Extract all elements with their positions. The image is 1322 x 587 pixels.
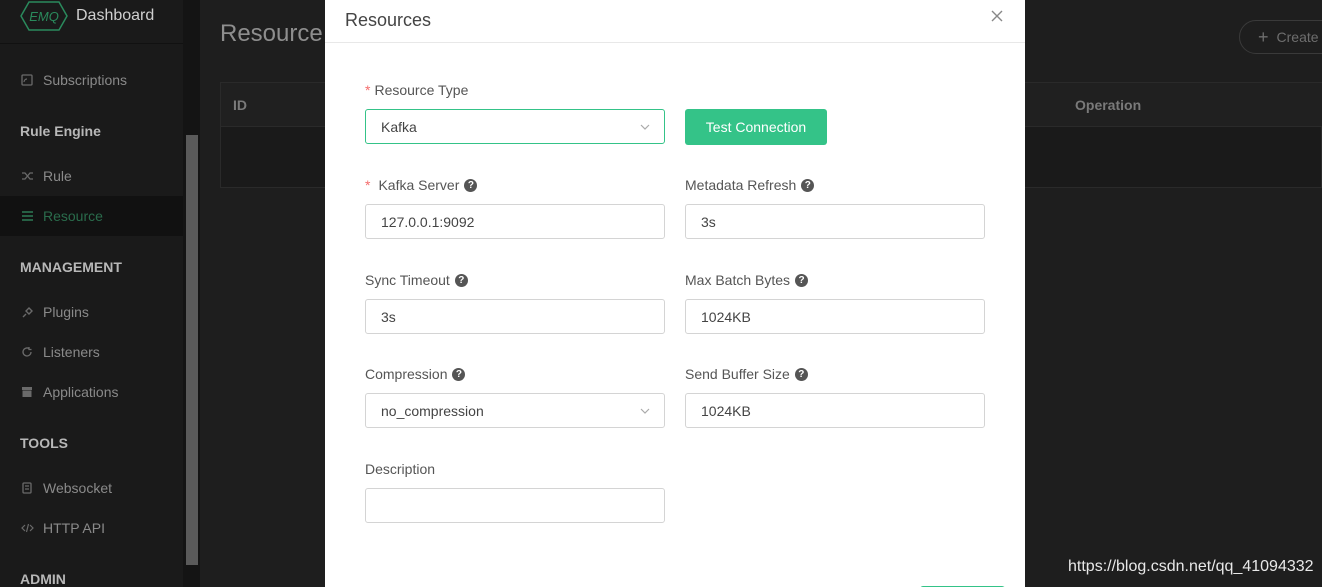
- sidebar-item-label: Subscriptions: [43, 72, 128, 88]
- metadata-refresh-label: Metadata Refresh ?: [685, 177, 815, 193]
- input-value: 1024KB: [701, 402, 751, 419]
- column-header-id: ID: [233, 97, 247, 113]
- close-icon: [991, 10, 1003, 22]
- sidebar-item-label: Resource: [43, 208, 103, 224]
- create-label: Create: [1276, 29, 1319, 45]
- group-management: MANAGEMENT: [20, 259, 122, 275]
- label-text: Send Buffer Size: [685, 366, 790, 382]
- sidebar-item-http-api[interactable]: HTTP API: [0, 508, 183, 548]
- chevron-down-icon: [640, 408, 650, 414]
- help-icon[interactable]: ?: [464, 178, 478, 192]
- code-icon: [20, 521, 34, 535]
- compression-label: Compression ?: [365, 366, 466, 382]
- sidebar-item-label: Plugins: [43, 304, 89, 320]
- label-text: Sync Timeout: [365, 272, 450, 288]
- sidebar-item-websocket[interactable]: Websocket: [0, 468, 183, 508]
- resource-type-select[interactable]: Kafka: [365, 109, 665, 144]
- description-label: Description: [365, 461, 435, 477]
- refresh-icon: [20, 345, 34, 359]
- group-admin: ADMIN: [20, 571, 66, 587]
- emq-logo-icon: EMQ: [20, 1, 68, 31]
- input-value: 127.0.0.1:9092: [381, 213, 475, 230]
- send-buffer-size-input[interactable]: 1024KB: [685, 393, 985, 428]
- plug-icon: [20, 305, 34, 319]
- help-icon[interactable]: ?: [454, 273, 468, 287]
- sidebar-item-plugins[interactable]: Plugins: [0, 292, 183, 332]
- sidebar-item-label: Listeners: [43, 344, 100, 360]
- selected-value: Kafka: [381, 118, 417, 135]
- sidebar-scrollbar-thumb[interactable]: [186, 135, 198, 565]
- help-icon[interactable]: ?: [801, 178, 815, 192]
- divider: [0, 43, 183, 44]
- input-value: 1024KB: [701, 308, 751, 325]
- metadata-refresh-input[interactable]: 3s: [685, 204, 985, 239]
- close-button[interactable]: [987, 6, 1007, 26]
- list-icon: [20, 209, 34, 223]
- sidebar-item-applications[interactable]: Applications: [0, 372, 183, 412]
- sidebar-item-label: Applications: [43, 384, 119, 400]
- label-text: Resource Type: [374, 82, 469, 98]
- shuffle-icon: [20, 169, 34, 183]
- subscriptions-icon: [20, 73, 34, 87]
- kafka-server-label: * Kafka Server ?: [365, 177, 478, 193]
- logo-text: Dashboard: [76, 7, 155, 24]
- page-title: Resource: [220, 20, 323, 47]
- label-text: Metadata Refresh: [685, 177, 797, 193]
- websocket-icon: [20, 481, 34, 495]
- resource-type-label: * Resource Type: [365, 82, 468, 98]
- sidebar-item-label: HTTP API: [43, 520, 105, 536]
- dialog-title: Resources: [345, 10, 432, 30]
- required-mark: *: [365, 177, 371, 193]
- sidebar: EMQ Dashboard Subscriptions Rule Engine …: [0, 0, 183, 587]
- test-connection-button[interactable]: Test Connection: [685, 109, 827, 145]
- input-value: 3s: [381, 308, 396, 325]
- input-value: 3s: [701, 213, 716, 230]
- sidebar-item-label: Rule: [43, 168, 72, 184]
- help-icon[interactable]: ?: [452, 367, 466, 381]
- required-mark: *: [365, 82, 371, 98]
- divider: [325, 42, 1025, 43]
- resources-dialog: Resources * Resource Type Kafka Test Con…: [325, 0, 1025, 587]
- logo-mark: EMQ: [29, 9, 59, 24]
- sidebar-item-listeners[interactable]: Listeners: [0, 332, 183, 372]
- sidebar-item-rule[interactable]: Rule: [0, 156, 183, 196]
- create-button[interactable]: + Create: [1239, 20, 1322, 54]
- max-batch-bytes-input[interactable]: 1024KB: [685, 299, 985, 334]
- label-text: Description: [365, 461, 436, 477]
- sidebar-item-label: Websocket: [43, 480, 112, 496]
- send-buffer-size-label: Send Buffer Size ?: [685, 366, 808, 382]
- help-icon[interactable]: ?: [794, 367, 808, 381]
- compression-select[interactable]: no_compression: [365, 393, 665, 428]
- sidebar-item-subscriptions[interactable]: Subscriptions: [0, 60, 183, 100]
- watermark: https://blog.csdn.net/qq_41094332: [1068, 558, 1314, 575]
- group-rule-engine: Rule Engine: [20, 123, 101, 139]
- description-input[interactable]: [365, 488, 665, 523]
- label-text: Max Batch Bytes: [685, 272, 791, 288]
- group-tools: TOOLS: [20, 435, 68, 451]
- archive-icon: [20, 385, 34, 399]
- max-batch-bytes-label: Max Batch Bytes ?: [685, 272, 809, 288]
- label-text: Compression: [365, 366, 448, 382]
- kafka-server-input[interactable]: 127.0.0.1:9092: [365, 204, 665, 239]
- column-header-operation: Operation: [1075, 97, 1142, 113]
- label-text: Kafka Server: [378, 177, 460, 193]
- sync-timeout-label: Sync Timeout ?: [365, 272, 468, 288]
- logo[interactable]: EMQ Dashboard: [0, 0, 183, 43]
- plus-icon: +: [1258, 26, 1269, 47]
- sidebar-item-resource[interactable]: Resource: [0, 196, 183, 236]
- chevron-down-icon: [640, 124, 650, 130]
- help-icon[interactable]: ?: [795, 273, 809, 287]
- selected-value: no_compression: [381, 402, 484, 419]
- sync-timeout-input[interactable]: 3s: [365, 299, 665, 334]
